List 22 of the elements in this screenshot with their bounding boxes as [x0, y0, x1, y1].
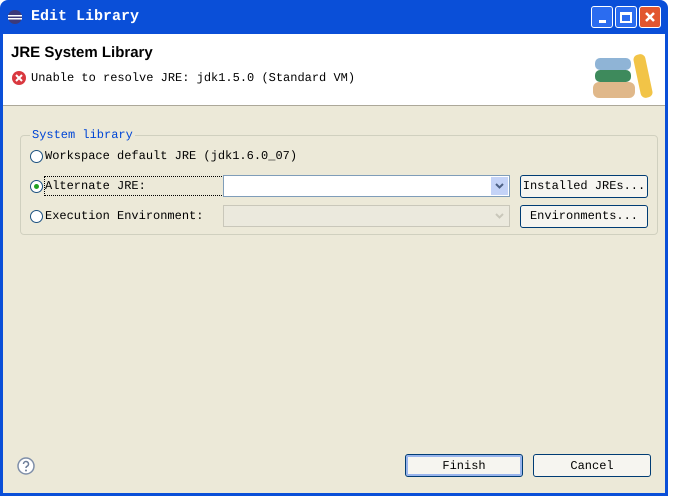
error-message: Unable to resolve JRE: jdk1.5.0 (Standard VM)	[31, 70, 356, 86]
group-title: System library	[31, 127, 134, 144]
window-title: Edit Library	[31, 6, 140, 27]
error-icon	[11, 70, 27, 86]
radio-button[interactable]	[30, 150, 43, 162]
radio-label: Execution Environment:	[45, 208, 204, 225]
dialog-title: JRE System Library	[11, 43, 154, 63]
maximize-button[interactable]	[615, 6, 637, 28]
radio-label: Workspace default JRE (jdk1.6.0_07)	[45, 148, 298, 165]
radio-button[interactable]	[30, 210, 43, 222]
dialog-button[interactable]: Environments...	[520, 204, 648, 228]
minimize-button[interactable]	[591, 6, 613, 28]
combo-box[interactable]	[223, 175, 510, 197]
radio-button[interactable]	[30, 180, 43, 192]
close-button[interactable]	[639, 6, 661, 28]
radio-label: Alternate JRE:	[45, 177, 223, 195]
close-icon	[644, 11, 656, 23]
dialog-button[interactable]: Finish	[405, 454, 523, 477]
eclipse-icon	[7, 9, 23, 25]
dialog-button[interactable]: Cancel	[533, 454, 651, 477]
dialog-button[interactable]: Installed JREs...	[520, 174, 648, 198]
help-icon[interactable]	[17, 456, 35, 474]
